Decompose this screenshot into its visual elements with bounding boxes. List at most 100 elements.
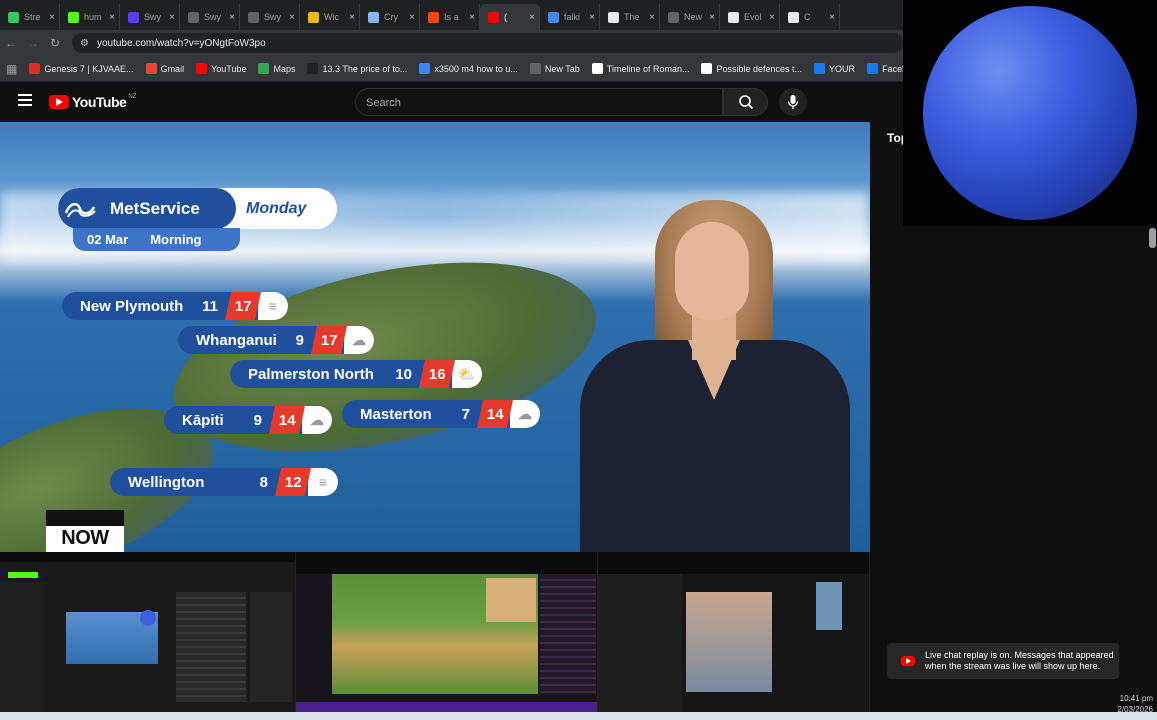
browser-tab[interactable]: C × bbox=[780, 4, 840, 30]
omnibox[interactable]: ⚙ youtube.com/watch?v=yONgtFoW3po bbox=[72, 33, 903, 53]
close-icon[interactable]: × bbox=[349, 12, 355, 23]
close-icon[interactable]: × bbox=[709, 12, 715, 23]
bookmark-favicon-icon bbox=[145, 63, 157, 74]
bookmark-item[interactable]: 13.3 The price of to... bbox=[307, 63, 407, 74]
bookmark-item[interactable]: Gmail bbox=[145, 63, 184, 74]
city-name: Kāpiti bbox=[182, 411, 224, 429]
tab-favicon-icon bbox=[188, 11, 199, 23]
close-icon[interactable]: × bbox=[829, 12, 835, 23]
bookmark-label: Timeline of Roman... bbox=[606, 63, 690, 74]
youtube-logo[interactable]: YouTube NZ bbox=[49, 94, 136, 110]
bookmark-item[interactable]: Maps bbox=[258, 63, 295, 74]
browser-tab[interactable]: hum × bbox=[60, 4, 120, 30]
search-input[interactable] bbox=[356, 89, 708, 117]
bookmark-label: Possible defences t... bbox=[716, 63, 803, 74]
city-name: Whanganui bbox=[196, 331, 277, 349]
bookmark-item[interactable]: YOUR bbox=[814, 63, 855, 74]
bookmark-item[interactable]: x3500 m4 how to u... bbox=[419, 63, 518, 74]
bookmark-favicon-icon bbox=[814, 63, 826, 74]
city-name: New Plymouth bbox=[80, 297, 184, 315]
address-bar-row: ← → ↻ ⚙ youtube.com/watch?v=yONgtFoW3po bbox=[0, 30, 903, 56]
voice-search-button[interactable] bbox=[779, 88, 807, 116]
now-badge: NOW bbox=[46, 510, 124, 552]
brand-name: MetService bbox=[110, 198, 200, 218]
browser-tab[interactable]: Wic × bbox=[300, 4, 360, 30]
search-icon bbox=[738, 95, 753, 110]
tab-favicon-icon bbox=[248, 11, 259, 23]
metservice-brand: MetService bbox=[58, 188, 236, 229]
bookmark-item[interactable]: Timeline of Roman... bbox=[591, 63, 690, 74]
close-icon[interactable]: × bbox=[169, 12, 175, 23]
bookmark-item[interactable]: YouTube bbox=[196, 63, 246, 74]
tab-title: Stre bbox=[24, 12, 41, 22]
close-icon[interactable]: × bbox=[589, 12, 595, 23]
close-icon[interactable]: × bbox=[769, 12, 775, 23]
close-icon[interactable]: × bbox=[49, 12, 55, 23]
forecast-city: Wellington 8 12 ≡ bbox=[110, 468, 338, 496]
search-box[interactable] bbox=[355, 88, 723, 117]
min-temp: 9 bbox=[295, 331, 304, 349]
chat-replay-notice: Live chat replay is on. Messages that ap… bbox=[887, 643, 1119, 679]
browser-tab[interactable]: Stre × bbox=[0, 4, 60, 30]
max-temp: 17 bbox=[234, 297, 252, 315]
max-temp-box: 14 bbox=[477, 400, 513, 428]
close-icon[interactable]: × bbox=[109, 12, 115, 23]
min-temp: 8 bbox=[259, 473, 268, 491]
bookmark-favicon-icon bbox=[307, 63, 319, 74]
forecast-city: Kāpiti 9 14 ☁ bbox=[164, 406, 332, 434]
taskbar bbox=[0, 712, 1157, 720]
video-player[interactable]: MetService Monday 02 Mar Morning New Ply… bbox=[0, 122, 870, 552]
browser-tab[interactable]: Cry × bbox=[360, 4, 420, 30]
bookmark-label: YOUR bbox=[829, 63, 856, 74]
webcam-overlay bbox=[903, 0, 1157, 226]
scrollbar-thumb[interactable] bbox=[1149, 228, 1156, 248]
forecast-city: Whanganui 9 17 ☁ bbox=[178, 326, 374, 354]
browser-tab[interactable]: Swy × bbox=[240, 4, 300, 30]
bookmark-item[interactable]: New Tab bbox=[529, 63, 580, 74]
bookmark-favicon-icon bbox=[196, 63, 208, 74]
close-icon[interactable]: × bbox=[469, 12, 475, 23]
bookmark-item[interactable]: Possible defences t... bbox=[701, 63, 802, 74]
bookmark-favicon-icon bbox=[29, 63, 41, 74]
bookmark-item[interactable]: Genesis 7 | KJVAAE... bbox=[29, 63, 134, 74]
browser-tab[interactable]: Is a × bbox=[420, 4, 480, 30]
close-icon[interactable]: × bbox=[529, 12, 535, 23]
min-temp: 11 bbox=[202, 297, 218, 315]
max-temp: 17 bbox=[320, 331, 338, 349]
tab-title: Swy bbox=[144, 12, 162, 22]
browser-tab[interactable]: Swy × bbox=[180, 4, 240, 30]
bookmark-favicon-icon bbox=[258, 63, 270, 74]
tab-favicon-icon bbox=[128, 11, 139, 23]
tab-title: Swy bbox=[204, 12, 222, 22]
min-temp: 10 bbox=[395, 365, 412, 383]
tab-title: C bbox=[804, 12, 811, 22]
menu-icon[interactable] bbox=[18, 94, 32, 109]
min-temp: 7 bbox=[461, 405, 470, 423]
search-button[interactable] bbox=[723, 88, 768, 116]
forecast-city: Palmerston North 10 16 ⛅ bbox=[230, 360, 482, 388]
min-temp: 9 bbox=[253, 411, 262, 429]
browser-tab[interactable]: New × bbox=[660, 4, 720, 30]
site-info-icon[interactable]: ⚙ bbox=[80, 38, 89, 49]
browser-tab[interactable]: falki × bbox=[540, 4, 600, 30]
browser-tab[interactable]: Evol × bbox=[720, 4, 780, 30]
close-icon[interactable]: × bbox=[649, 12, 655, 23]
close-icon[interactable]: × bbox=[229, 12, 235, 23]
back-icon[interactable]: ← bbox=[0, 36, 22, 50]
youtube-header: YouTube NZ bbox=[0, 82, 903, 122]
browser-tab[interactable]: (× bbox=[480, 4, 540, 30]
forward-icon[interactable]: → bbox=[22, 36, 44, 50]
close-icon[interactable]: × bbox=[409, 12, 415, 23]
browser-tab[interactable]: Swy × bbox=[120, 4, 180, 30]
tab-title: falki bbox=[564, 12, 581, 22]
system-clock[interactable]: 10:41 pm 2/03/2026 bbox=[1095, 693, 1153, 715]
tab-title: Is a bbox=[444, 12, 459, 22]
bookmark-label: 13.3 The price of to... bbox=[322, 63, 408, 74]
max-temp-box: 17 bbox=[311, 326, 347, 354]
apps-icon[interactable]: ▦ bbox=[6, 62, 17, 76]
reload-icon[interactable]: ↻ bbox=[44, 36, 66, 50]
close-icon[interactable]: × bbox=[289, 12, 295, 23]
browser-tab[interactable]: The × bbox=[600, 4, 660, 30]
max-temp: 16 bbox=[428, 365, 446, 383]
cloud-icon: ☁ bbox=[510, 400, 540, 428]
